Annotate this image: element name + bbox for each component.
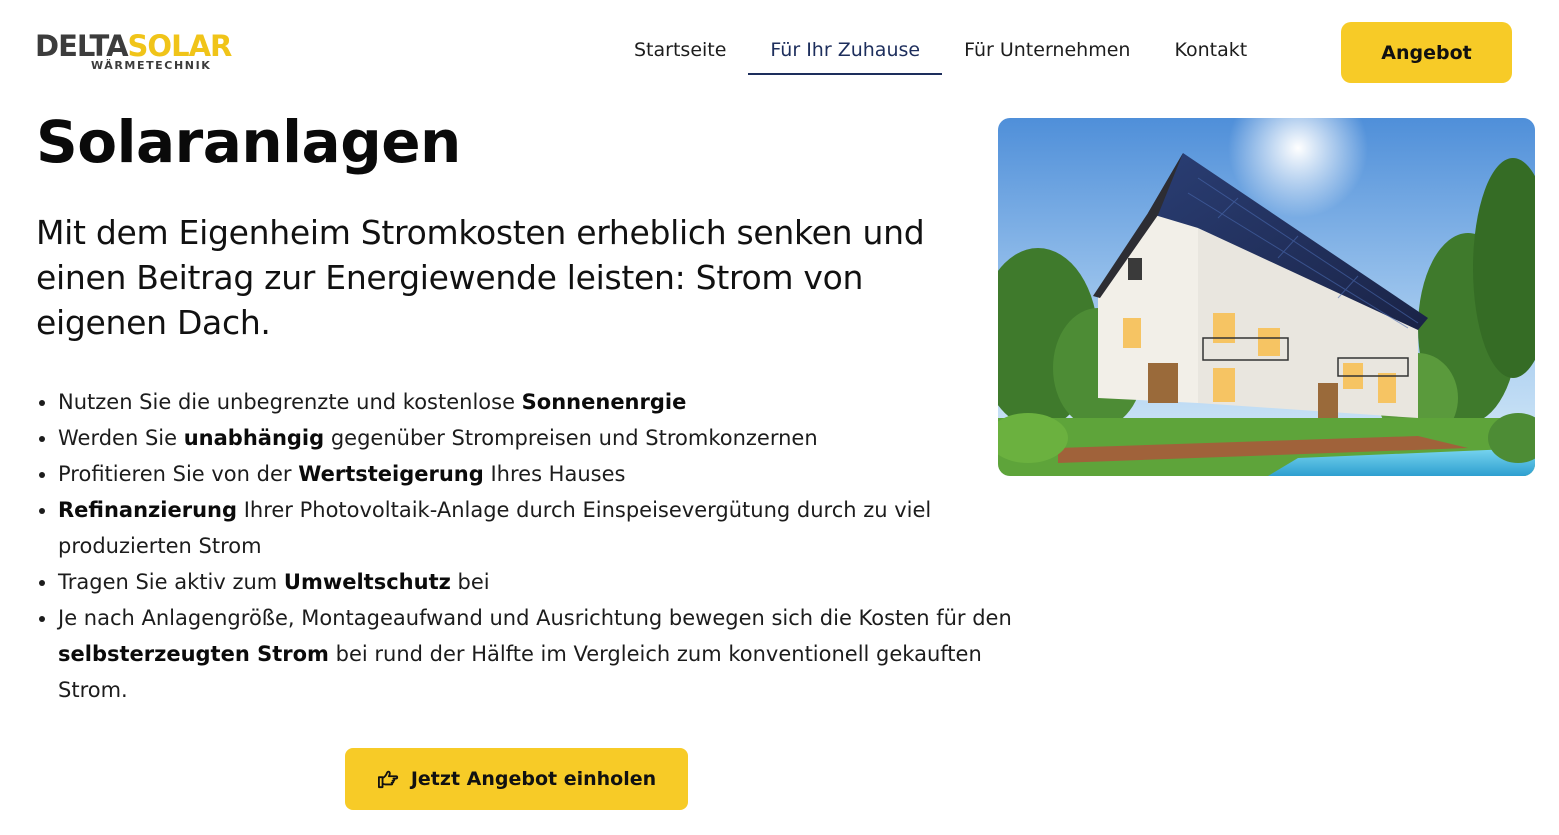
list-item: Nutzen Sie die unbegrenzte und kostenlos…	[58, 384, 1018, 420]
list-item: Profitieren Sie von der Wertsteigerung I…	[58, 456, 1018, 492]
list-item: Je nach Anlagengröße, Montageaufwand und…	[58, 600, 1018, 708]
nav-item-startseite[interactable]: Startseite	[612, 36, 748, 75]
hand-pointing-right-icon	[377, 770, 398, 789]
logo-subtitle: WÄRMETECHNIK	[91, 59, 212, 72]
angebot-einholen-button[interactable]: Jetzt Angebot einholen	[345, 748, 688, 810]
cta-label: Jetzt Angebot einholen	[410, 768, 657, 790]
benefits-list: Nutzen Sie die unbegrenzte und kostenlos…	[36, 384, 1018, 708]
list-item: Refinanzierung Ihrer Photovoltaik-Anlage…	[58, 492, 1018, 564]
list-item: Werden Sie unabhängig gegenüber Strompre…	[58, 420, 1018, 456]
nav-item-kontakt[interactable]: Kontakt	[1152, 36, 1269, 75]
list-item: Tragen Sie aktiv zum Umweltschutz bei	[58, 564, 1018, 600]
header-angebot-button[interactable]: Angebot	[1341, 22, 1512, 83]
logo[interactable]: DELTASOLAR WÄRMETECHNIK	[35, 30, 235, 75]
nav-item-fuer-ihr-zuhause[interactable]: Für Ihr Zuhause	[748, 36, 943, 75]
logo-wordmark: DELTASOLAR	[35, 29, 233, 63]
hero-house-image	[998, 118, 1535, 476]
main-nav: Startseite Für Ihr Zuhause Für Unternehm…	[612, 36, 1269, 75]
page-title: Solaranlagen	[36, 108, 461, 176]
logo-word-delta: DELTA	[35, 29, 129, 63]
lead-text: Mit dem Eigenheim Stromkosten erheblich …	[36, 213, 925, 342]
nav-item-fuer-unternehmen[interactable]: Für Unternehmen	[942, 36, 1152, 75]
logo-word-solar: SOLAR	[127, 29, 233, 63]
